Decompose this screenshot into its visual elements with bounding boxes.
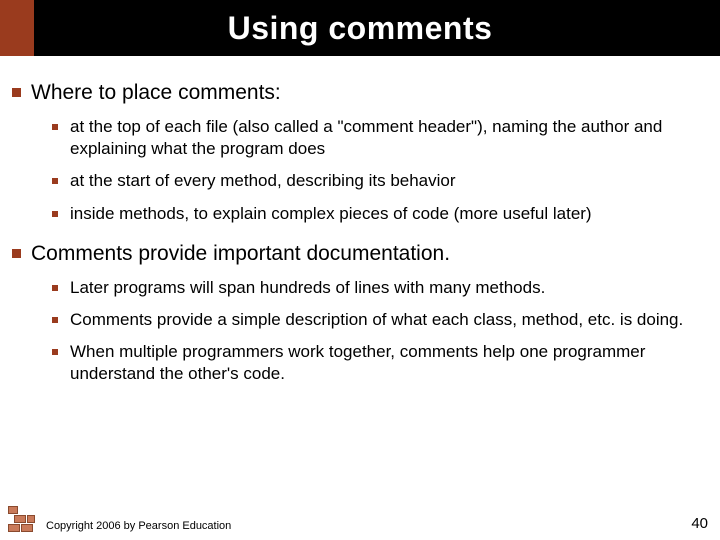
bullet-icon [52,178,58,184]
list-item-text: When multiple programmers work together,… [70,341,708,385]
slide-footer: Copyright 2006 by Pearson Education 40 [0,515,720,532]
bullet-icon [52,211,58,217]
list-item: Comments provide a simple description of… [52,309,708,331]
page-number: 40 [691,515,708,532]
bullet-icon [52,124,58,130]
list-item-text: Later programs will span hundreds of lin… [70,277,545,299]
list-item: Later programs will span hundreds of lin… [52,277,708,299]
list-item-text: at the top of each file (also called a "… [70,116,708,160]
section-heading-text: Comments provide important documentation… [31,241,450,267]
list-item: at the start of every method, describing… [52,170,708,192]
sub-list: at the top of each file (also called a "… [52,116,708,224]
section-heading: Where to place comments: [12,80,708,106]
bullet-icon [12,249,21,258]
list-item: When multiple programmers work together,… [52,341,708,385]
section-heading: Comments provide important documentation… [12,241,708,267]
bullet-icon [52,349,58,355]
section-heading-text: Where to place comments: [31,80,281,106]
list-item-text: Comments provide a simple description of… [70,309,683,331]
list-item-text: inside methods, to explain complex piece… [70,203,592,225]
slide-content: Where to place comments: at the top of e… [0,56,720,385]
title-accent [0,0,34,56]
list-item: at the top of each file (also called a "… [52,116,708,160]
list-item: inside methods, to explain complex piece… [52,203,708,225]
sub-list: Later programs will span hundreds of lin… [52,277,708,385]
copyright-text: Copyright 2006 by Pearson Education [46,520,231,532]
bullet-icon [52,285,58,291]
bullet-icon [12,88,21,97]
bricks-icon [8,506,38,532]
list-item-text: at the start of every method, describing… [70,170,456,192]
title-bar: Using comments [0,0,720,56]
bullet-icon [52,317,58,323]
slide-title: Using comments [228,10,493,47]
